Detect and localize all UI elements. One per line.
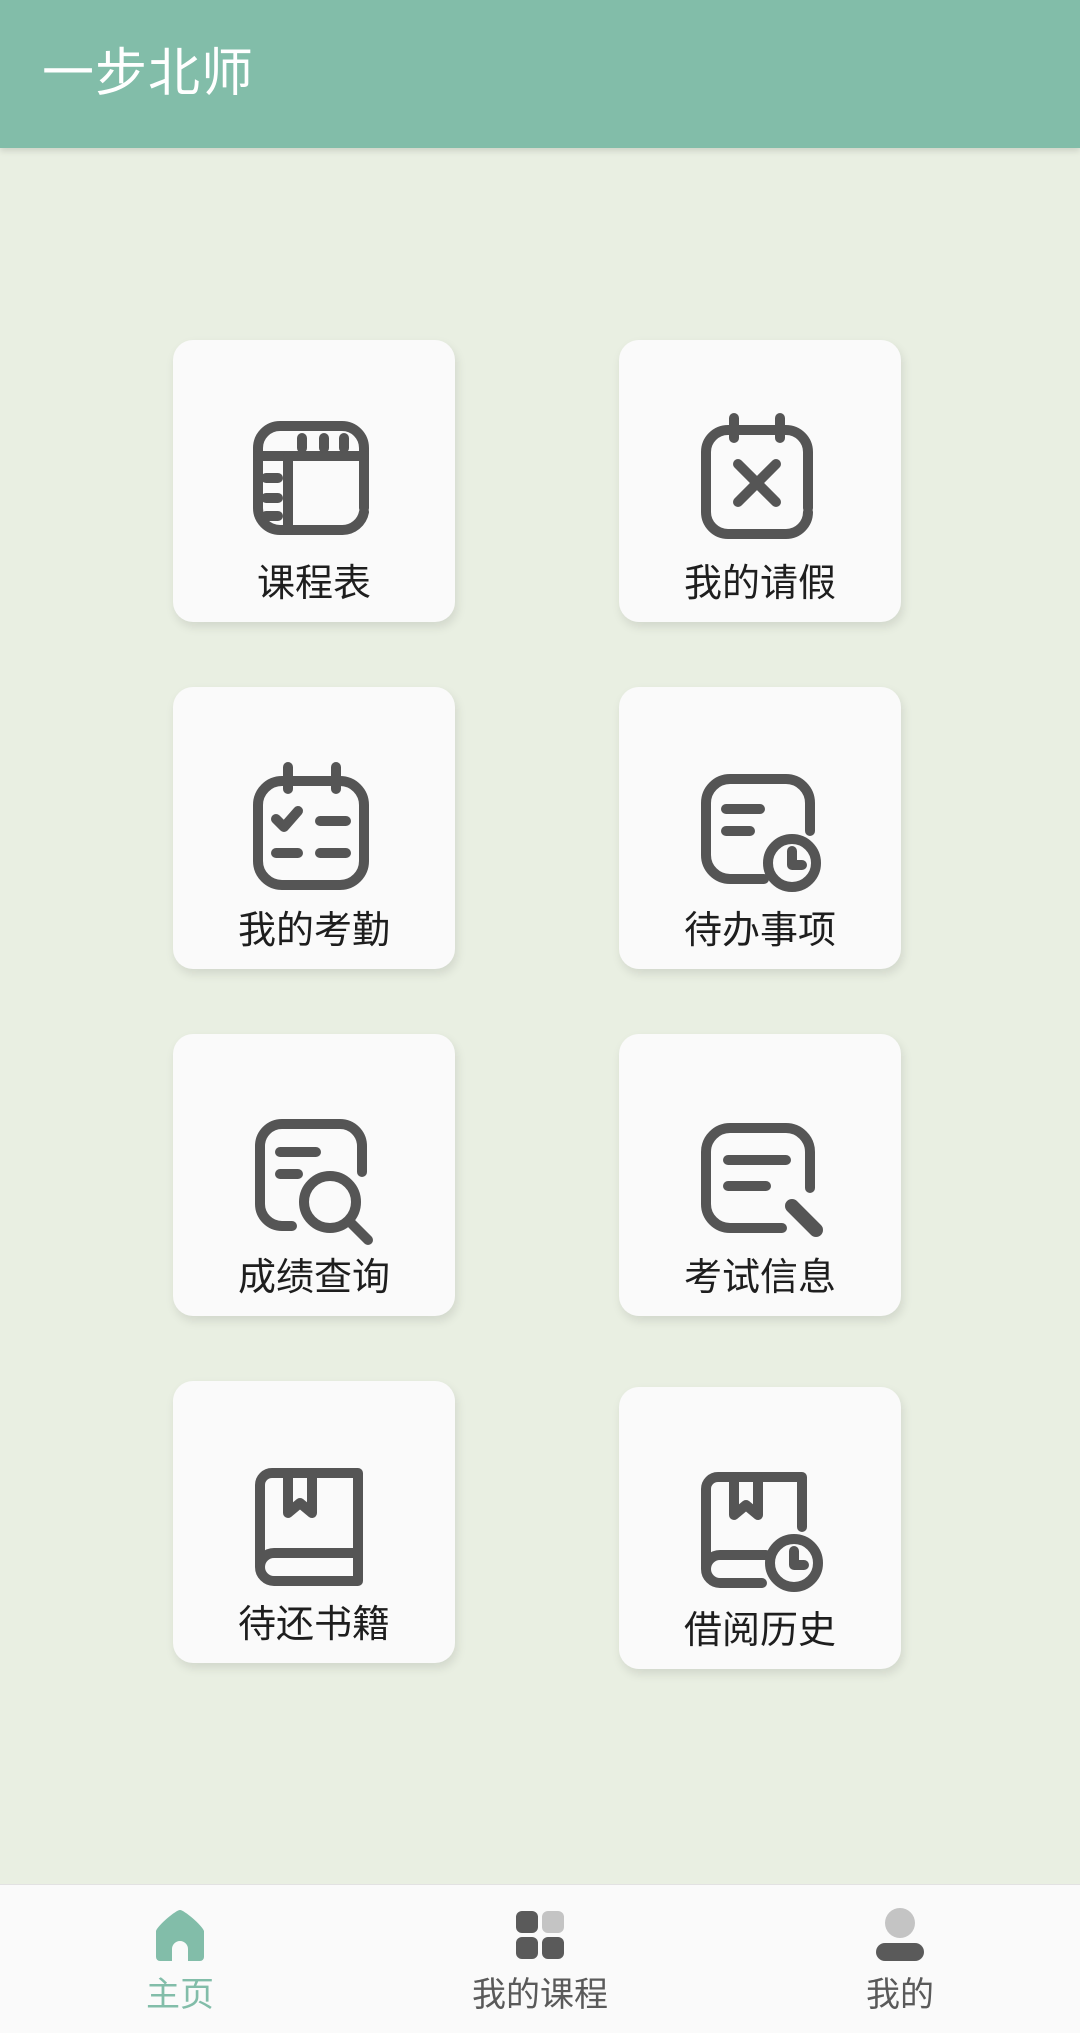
tile-leave[interactable]: 我的请假: [619, 340, 901, 622]
grid-apps-icon: [516, 1911, 564, 1959]
person-icon: [876, 1908, 924, 1961]
book-icon: [255, 1468, 363, 1586]
tile-timetable[interactable]: 课程表: [173, 340, 455, 622]
bottom-navigation: 主页 我的课程 我的: [0, 1884, 1080, 2033]
tile-label: 考试信息: [683, 1255, 836, 1299]
tile-label: 待办事项: [683, 908, 836, 952]
tile-attendance[interactable]: 我的考勤: [173, 687, 455, 969]
calendar-cancel-icon: [701, 413, 813, 539]
tile-exam-info[interactable]: 考试信息: [619, 1034, 901, 1316]
nav-label: 主页: [146, 1975, 214, 2015]
todo-clock-icon: [701, 774, 821, 892]
nav-label: 我的课程: [472, 1975, 608, 2015]
home-icon: [156, 1910, 204, 1961]
tile-grades[interactable]: 成绩查询: [173, 1034, 455, 1316]
tile-label: 待还书籍: [237, 1602, 390, 1646]
tile-label: 成绩查询: [237, 1255, 390, 1299]
document-edit-icon: [701, 1123, 823, 1237]
book-history-icon: [701, 1472, 823, 1592]
tile-todo[interactable]: 待办事项: [619, 687, 901, 969]
tile-label: 我的考勤: [237, 908, 390, 952]
nav-home[interactable]: 主页: [80, 1885, 280, 2033]
app-bar: 一步北师: [0, 0, 1080, 148]
tile-books-due[interactable]: 待还书籍: [173, 1381, 455, 1663]
document-search-icon: [255, 1119, 373, 1245]
nav-my-courses[interactable]: 我的课程: [440, 1885, 640, 2033]
tile-label: 借阅历史: [683, 1608, 836, 1652]
nav-label: 我的: [866, 1975, 934, 2015]
tile-label: 我的请假: [683, 561, 836, 605]
nav-me[interactable]: 我的: [800, 1885, 1000, 2033]
tile-borrow-history[interactable]: 借阅历史: [619, 1387, 901, 1669]
timetable-icon: [253, 421, 369, 535]
calendar-check-icon: [253, 762, 369, 890]
app-title: 一步北师: [42, 44, 255, 104]
tile-label: 课程表: [256, 561, 371, 605]
